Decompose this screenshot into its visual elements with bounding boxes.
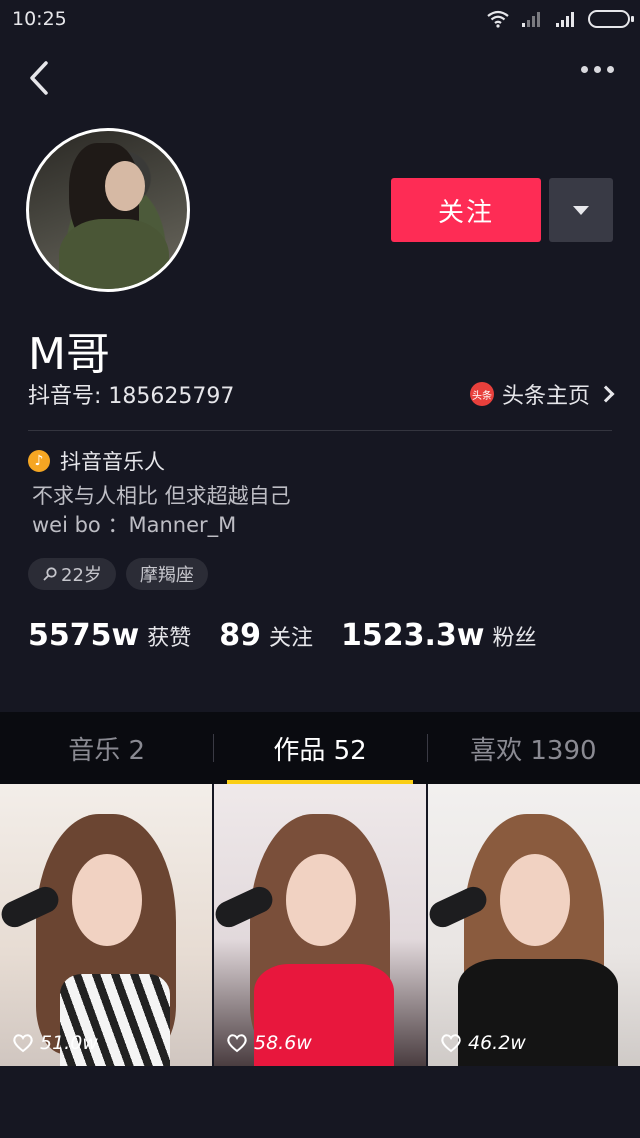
video-thumbnail[interactable] [428, 1068, 640, 1138]
bio-line: wei bo ：Manner_M [32, 513, 237, 537]
tab-separator [427, 734, 428, 762]
caret-down-icon [573, 205, 589, 215]
musician-label: 抖音音乐人 [60, 450, 165, 474]
heart-icon [441, 1034, 461, 1053]
signal-full-icon [556, 12, 574, 27]
tab-works[interactable]: 作品 52 [213, 712, 426, 784]
tab-likes[interactable]: 喜欢 1390 [427, 712, 640, 784]
video-thumbnail[interactable]: 51.0w [0, 784, 212, 1066]
more-dot-icon [594, 66, 601, 73]
video-thumbnail[interactable]: 46.2w [428, 784, 640, 1066]
more-options-button[interactable] [581, 66, 614, 73]
bio: 不求与人相比 但求超越自己 wei bo ：Manner_M [32, 482, 291, 540]
age-tag: 22岁 [28, 558, 116, 590]
heart-icon [13, 1034, 33, 1053]
stat-likes[interactable]: 5575w 获赞 [28, 618, 191, 653]
video-thumbnail[interactable] [214, 1068, 426, 1138]
more-dot-icon [581, 66, 588, 73]
douyin-id: 抖音号: 185625797 [28, 384, 235, 409]
more-dot-icon [607, 66, 614, 73]
status-bar: 10:25 [0, 0, 640, 38]
toutiao-label: 头条主页 [501, 384, 590, 409]
chevron-left-icon [30, 61, 48, 95]
video-likes: 51.0w [12, 1032, 98, 1054]
stat-following[interactable]: 89 关注 [219, 618, 313, 653]
music-note-icon: ♪ [28, 450, 50, 472]
video-likes: 58.6w [226, 1032, 312, 1054]
stat-followers[interactable]: 1523.3w 粉丝 [341, 618, 537, 653]
tab-music[interactable]: 音乐 2 [0, 712, 213, 784]
username: M哥 [28, 329, 110, 380]
tab-separator [213, 734, 214, 762]
video-likes: 46.2w [440, 1032, 526, 1054]
profile-stats: 5575w 获赞 89 关注 1523.3w 粉丝 [28, 618, 565, 653]
toutiao-homepage-link[interactable]: 头条 头条主页 [469, 378, 615, 410]
video-grid: 51.0w 58.6w 46.2w [0, 784, 640, 1138]
profile-tags: 22岁 摩羯座 [28, 558, 208, 590]
gender-male-icon [43, 567, 57, 581]
heart-icon [227, 1034, 247, 1053]
status-time: 10:25 [12, 8, 67, 30]
zodiac-tag: 摩羯座 [125, 558, 208, 590]
video-thumbnail[interactable] [0, 1068, 212, 1138]
avatar[interactable] [26, 128, 190, 292]
chevron-right-icon [597, 385, 615, 403]
back-button[interactable] [28, 58, 68, 98]
divider [28, 430, 612, 431]
status-icons [486, 10, 634, 28]
musician-badge: ♪ 抖音音乐人 [28, 446, 165, 476]
bio-line: 不求与人相比 但求超越自己 [32, 484, 291, 508]
recommend-dropdown-button[interactable] [549, 178, 613, 242]
signal-weak-icon [522, 12, 540, 27]
video-thumbnail[interactable]: 58.6w [214, 784, 426, 1066]
follow-button[interactable]: 关注 [391, 178, 541, 242]
battery-icon [588, 10, 634, 28]
wifi-icon [487, 10, 509, 28]
profile-tabs: 音乐 2 作品 52 喜欢 1390 [0, 712, 640, 784]
toutiao-logo-icon: 头条 [469, 382, 494, 406]
